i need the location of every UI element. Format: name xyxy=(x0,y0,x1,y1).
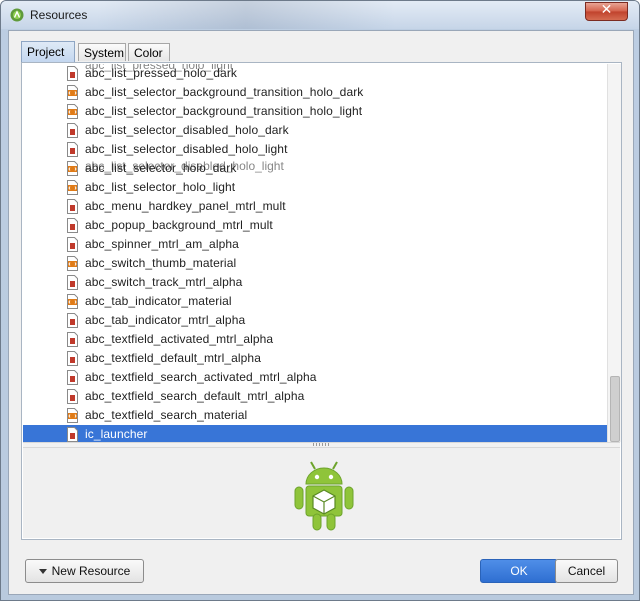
list-item[interactable]: abc_popup_background_mtrl_mult xyxy=(23,216,607,235)
png-icon xyxy=(67,313,78,328)
list-item-label: abc_list_selector_holo_dark xyxy=(85,161,237,175)
xml-icon xyxy=(67,294,78,309)
list-item-label: abc_switch_thumb_material xyxy=(85,256,237,270)
grip-icon xyxy=(313,443,329,446)
list-item[interactable]: abc_list_selector_holo_light xyxy=(23,178,607,197)
list-item-label: abc_menu_hardkey_panel_mtrl_mult xyxy=(85,199,286,213)
list-item[interactable]: abc_textfield_default_mtrl_alpha xyxy=(23,349,607,368)
png-icon xyxy=(67,427,78,442)
list-item[interactable]: abc_menu_hardkey_panel_mtrl_mult xyxy=(23,197,607,216)
list-item[interactable]: abc_list_pressed_holo_dark xyxy=(23,64,607,83)
list-item[interactable]: abc_tab_indicator_material xyxy=(23,292,607,311)
list-item[interactable]: abc_list_selector_disabled_holo_dark xyxy=(23,121,607,140)
window-title: Resources xyxy=(30,8,88,22)
png-icon xyxy=(67,275,78,290)
list-item-label: abc_tab_indicator_material xyxy=(85,294,232,308)
png-icon xyxy=(67,66,78,81)
list-item-label: abc_list_selector_background_transition_… xyxy=(85,85,364,99)
xml-icon xyxy=(67,104,78,119)
list-item-label: abc_list_pressed_holo_dark xyxy=(85,66,238,80)
png-icon xyxy=(67,199,78,214)
title-bar-background xyxy=(96,1,396,29)
dialog-body: Project System Color abc_list_pressed_ho… xyxy=(8,30,634,595)
list-item[interactable]: abc_textfield_search_default_mtrl_alpha xyxy=(23,387,607,406)
png-icon xyxy=(67,370,78,385)
title-bar[interactable]: Resources ✕ xyxy=(1,1,639,29)
list-item[interactable]: abc_textfield_search_activated_mtrl_alph… xyxy=(23,368,607,387)
cancel-button[interactable]: Cancel xyxy=(555,559,618,583)
list-item-label: abc_textfield_search_default_mtrl_alpha xyxy=(85,389,305,403)
list-item-label: abc_list_selector_disabled_holo_dark xyxy=(85,123,289,137)
list-item-label: abc_list_selector_background_transition_… xyxy=(85,104,363,118)
list-item[interactable]: abc_list_selector_background_transition_… xyxy=(23,83,607,102)
list-item[interactable]: abc_list_selector_disabled_holo_light xyxy=(23,140,607,159)
png-icon xyxy=(67,142,78,157)
list-item-label: ic_launcher xyxy=(85,427,148,441)
list-item[interactable]: abc_spinner_mtrl_am_alpha xyxy=(23,235,607,254)
scrollbar-thumb[interactable] xyxy=(610,376,620,442)
list-item[interactable]: ic_launcher xyxy=(23,425,607,442)
list-item-label: abc_spinner_mtrl_am_alpha xyxy=(85,237,239,251)
list-item-label: abc_textfield_activated_mtrl_alpha xyxy=(85,332,274,346)
xml-icon xyxy=(67,408,78,423)
close-button[interactable]: ✕ xyxy=(585,2,628,21)
resource-list[interactable]: abc_list_pressed_holo_light abc_list_sel… xyxy=(23,64,607,442)
vertical-scrollbar[interactable] xyxy=(607,64,621,442)
tab-project[interactable]: Project xyxy=(21,41,75,63)
xml-icon xyxy=(67,180,78,195)
resources-dialog: Resources ✕ Project System Color abc_lis… xyxy=(0,0,640,601)
png-icon xyxy=(67,218,78,233)
list-item-label: abc_textfield_default_mtrl_alpha xyxy=(85,351,261,365)
xml-icon xyxy=(67,161,78,176)
new-resource-button[interactable]: New Resource xyxy=(25,559,144,583)
list-item[interactable]: abc_textfield_search_material xyxy=(23,406,607,425)
ok-button[interactable]: OK xyxy=(480,559,558,583)
close-icon: ✕ xyxy=(600,2,613,18)
png-icon xyxy=(67,123,78,138)
list-item-label: abc_textfield_search_activated_mtrl_alph… xyxy=(85,370,317,384)
resource-preview xyxy=(23,448,620,538)
list-item[interactable]: abc_list_selector_background_transition_… xyxy=(23,102,607,121)
png-icon xyxy=(67,237,78,252)
android-droid-icon xyxy=(294,461,354,531)
list-item-label: abc_tab_indicator_mtrl_alpha xyxy=(85,313,246,327)
list-item[interactable]: abc_tab_indicator_mtrl_alpha xyxy=(23,311,607,330)
android-studio-icon xyxy=(10,8,24,22)
list-item-label: abc_list_selector_disabled_holo_light xyxy=(85,142,288,156)
list-item-label: abc_popup_background_mtrl_mult xyxy=(85,218,273,232)
list-item-label: abc_list_selector_holo_light xyxy=(85,180,236,194)
list-item[interactable]: abc_switch_track_mtrl_alpha xyxy=(23,273,607,292)
png-icon xyxy=(67,389,78,404)
xml-icon xyxy=(67,256,78,271)
resource-panel: abc_list_pressed_holo_light abc_list_sel… xyxy=(21,62,622,540)
png-icon xyxy=(67,332,78,347)
xml-icon xyxy=(67,85,78,100)
tab-system[interactable]: System xyxy=(78,43,126,61)
list-item[interactable]: abc_switch_thumb_material xyxy=(23,254,607,273)
png-icon xyxy=(67,351,78,366)
new-resource-label: New Resource xyxy=(51,564,131,578)
dropdown-arrow-icon xyxy=(38,569,47,574)
list-item[interactable]: abc_list_selector_holo_dark xyxy=(23,159,607,178)
list-item[interactable]: abc_textfield_activated_mtrl_alpha xyxy=(23,330,607,349)
list-item-label: abc_textfield_search_material xyxy=(85,408,248,422)
list-item-label: abc_switch_track_mtrl_alpha xyxy=(85,275,243,289)
tab-color[interactable]: Color xyxy=(128,43,170,61)
